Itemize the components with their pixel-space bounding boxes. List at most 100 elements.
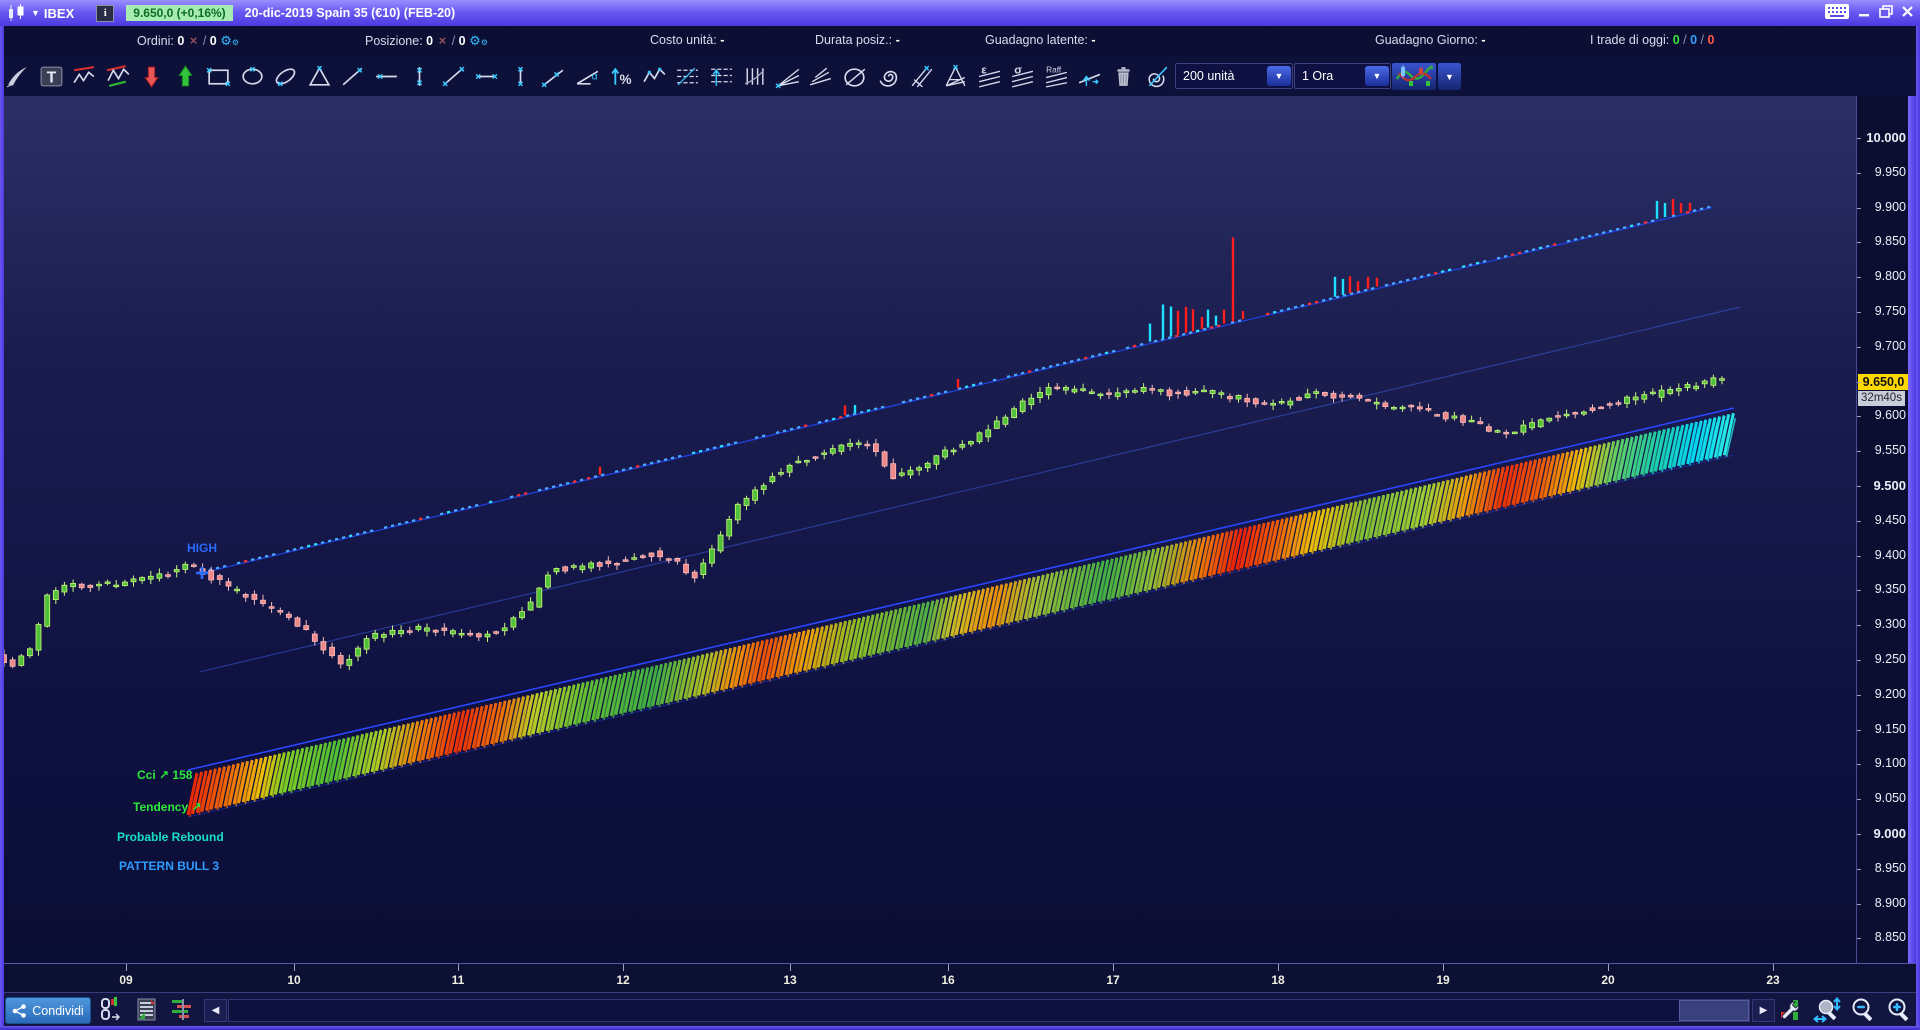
percent-change-tool[interactable]: % <box>605 61 636 91</box>
price-axis-label: 9.350 <box>1875 582 1906 596</box>
cycle-finder-tool[interactable] <box>1141 61 1172 91</box>
spiral-tool[interactable] <box>873 61 904 91</box>
linked-charts-button[interactable] <box>96 997 122 1023</box>
price-tick <box>1857 799 1861 800</box>
chart-area[interactable]: HIGH Cci ↗ 158Tendency ↗Probable Rebound… <box>0 96 1856 963</box>
draw-tool-icon <box>4 64 31 89</box>
time-tick <box>623 964 624 971</box>
gear-icon[interactable]: ⚙⚙ <box>220 33 239 48</box>
cancel-icon[interactable]: × <box>188 33 200 48</box>
bar-countdown-tag: 32m40s <box>1858 391 1905 406</box>
trend-projection-tool[interactable] <box>1074 61 1105 91</box>
pitchfork-tool[interactable] <box>907 61 938 91</box>
price-axis-label: 8.900 <box>1875 896 1906 910</box>
zoom-in-icon <box>1886 997 1912 1023</box>
zigzag-tool-icon <box>641 64 668 89</box>
chevron-down-icon[interactable]: ▼ <box>1267 66 1291 86</box>
indicator-dropdown-arrow[interactable]: ▼ <box>1437 62 1462 91</box>
epsilon-channel-tool[interactable]: ε <box>974 61 1005 91</box>
price-tick <box>1857 625 1861 626</box>
zoom-in-button[interactable] <box>1886 997 1912 1023</box>
zoom-fit-icon <box>1813 997 1843 1023</box>
pattern-recognition-tool[interactable] <box>69 61 100 91</box>
ellipse-tool[interactable] <box>237 61 268 91</box>
segment-tool[interactable] <box>438 61 469 91</box>
scroll-right-button[interactable]: ▶ <box>1752 999 1775 1022</box>
time-axis-label: 18 <box>1271 973 1284 987</box>
chevron-down-icon[interactable]: ▼ <box>1365 66 1389 86</box>
percent-change-tool-icon: % <box>607 64 634 89</box>
fibonacci-retracement-tool[interactable] <box>672 61 703 91</box>
price-tick <box>1857 382 1861 383</box>
horizontal-scrollbar[interactable] <box>228 999 1750 1022</box>
trading-platform-window: ▼ IBEX i 9.650,0 (+0,16%) 20-dic-2019 Sp… <box>0 0 1920 1030</box>
fibonacci-projection-tool[interactable] <box>706 61 737 91</box>
timeframe-dropdown[interactable]: 1 Ora ▼ <box>1294 63 1391 89</box>
price-tick <box>1857 869 1861 870</box>
units-dropdown[interactable]: 200 unità ▼ <box>1175 63 1293 89</box>
vertical-line-tool[interactable] <box>404 61 435 91</box>
cycle-circle-tool[interactable] <box>840 61 871 91</box>
std-dev-channel-tool[interactable]: σ <box>1007 61 1038 91</box>
horizontal-segment-tool[interactable] <box>471 61 502 91</box>
zoom-out-icon <box>1850 997 1876 1023</box>
share-button[interactable]: Condividi <box>5 997 91 1024</box>
cancel-icon[interactable]: × <box>437 33 449 48</box>
positions-panel-button[interactable] <box>170 997 196 1023</box>
symbol-dropdown-arrow-icon[interactable]: ▼ <box>31 8 40 18</box>
line-tool-icon <box>339 64 366 89</box>
text-tool[interactable]: T <box>36 61 67 91</box>
draw-tool[interactable] <box>2 61 33 91</box>
add-indicator-button[interactable] <box>1391 62 1437 91</box>
status-label: I trade di oggi: <box>1590 33 1669 47</box>
price-tick <box>1857 695 1861 696</box>
close-icon[interactable] <box>1901 5 1914 18</box>
chart-wrench-icon <box>1779 998 1803 1022</box>
time-cycle-lines-tool[interactable] <box>739 61 770 91</box>
status-label: Guadagno Giorno: <box>1375 33 1478 47</box>
keyboard-icon[interactable] <box>1824 3 1850 20</box>
zoom-fit-button[interactable] <box>1812 997 1844 1023</box>
channel-recognition-tool[interactable] <box>103 61 134 91</box>
scroll-left-button[interactable]: ◀ <box>204 999 227 1022</box>
fan-lines-tool[interactable] <box>773 61 804 91</box>
trend-line-tool[interactable] <box>538 61 569 91</box>
price-axis[interactable]: 9.650,0 32m40s 10.0009.9509.9009.8509.80… <box>1856 96 1909 963</box>
zigzag-tool[interactable] <box>639 61 670 91</box>
vertical-segment-tool[interactable] <box>505 61 536 91</box>
time-axis[interactable]: 0910111213161718192023 <box>0 963 1920 993</box>
status-item: Posizione: 0 × / 0 ⚙⚙ <box>365 33 488 49</box>
zoom-out-button[interactable] <box>1850 997 1876 1023</box>
info-icon[interactable]: i <box>96 5 114 22</box>
svg-text:Raff: Raff <box>1046 64 1062 74</box>
candlestick-logo-icon <box>6 3 28 23</box>
time-tick <box>790 964 791 971</box>
sell-marker-tool[interactable] <box>136 61 167 91</box>
contract-title: 20-dic-2019 Spain 35 (€10) (FEB-20) <box>245 6 456 20</box>
channel-recognition-tool-icon <box>105 64 132 89</box>
triangle-tool[interactable] <box>304 61 335 91</box>
buy-marker-tool[interactable] <box>170 61 201 91</box>
order-list-button[interactable] <box>134 997 160 1023</box>
price-tick <box>1857 451 1861 452</box>
rectangle-tool[interactable] <box>203 61 234 91</box>
restore-icon[interactable] <box>1879 5 1893 18</box>
gann-fan-tool[interactable] <box>940 61 971 91</box>
vertical-scrollbar[interactable] <box>1908 96 1916 992</box>
line-tool[interactable] <box>337 61 368 91</box>
angle-line-tool[interactable]: α <box>572 61 603 91</box>
speed-resistance-lines-tool[interactable] <box>806 61 837 91</box>
gear-icon[interactable]: ⚙⚙ <box>469 33 488 48</box>
scrollbar-thumb[interactable] <box>1679 1000 1749 1021</box>
chart-options-button[interactable] <box>1778 997 1804 1023</box>
raff-channel-tool[interactable]: Raff <box>1041 61 1072 91</box>
price-tick <box>1857 347 1861 348</box>
time-tick <box>1278 964 1279 971</box>
status-item: Guadagno Giorno: - <box>1375 33 1486 47</box>
oblique-ellipse-tool[interactable] <box>270 61 301 91</box>
delete-drawings-tool[interactable] <box>1108 61 1139 91</box>
minimize-icon[interactable] <box>1858 5 1871 18</box>
symbol-label: IBEX <box>44 6 74 21</box>
price-chart[interactable]: HIGH <box>0 96 1856 963</box>
horizontal-line-tool[interactable] <box>371 61 402 91</box>
